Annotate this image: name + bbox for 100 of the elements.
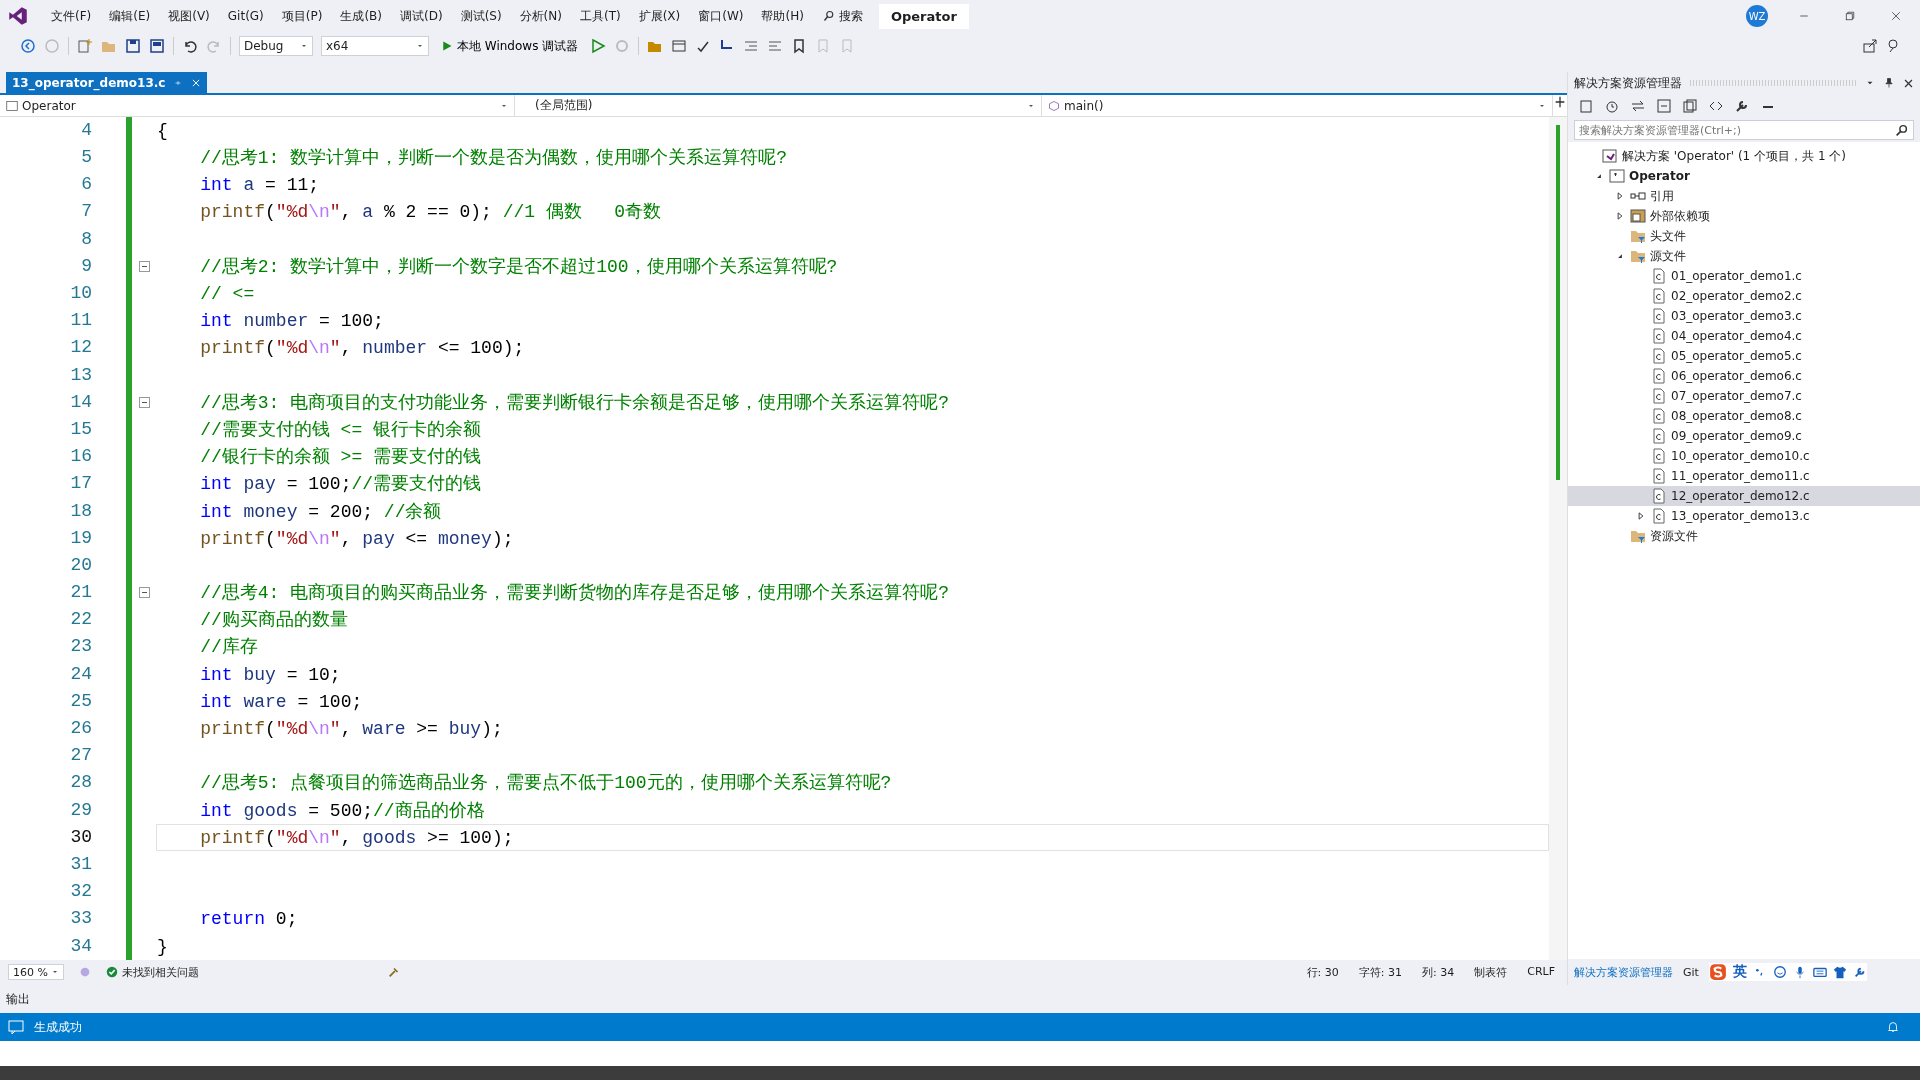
cleanup-brush-icon[interactable] bbox=[387, 965, 401, 980]
tree-item[interactable]: 05_operator_demo5.c bbox=[1568, 346, 1920, 366]
keyboard-icon[interactable] bbox=[1812, 965, 1827, 979]
code-line: return 0; bbox=[199, 909, 298, 930]
issues-status[interactable]: 未找到相关问题 bbox=[106, 964, 199, 980]
close-icon[interactable] bbox=[1890, 10, 1902, 22]
menu-item[interactable]: 分析(N) bbox=[510, 7, 571, 25]
close-icon[interactable] bbox=[191, 77, 202, 88]
tree-item[interactable]: 06_operator_demo6.c bbox=[1568, 366, 1920, 386]
panel-tab[interactable]: Git bbox=[1683, 965, 1699, 979]
collapse-icon[interactable] bbox=[138, 396, 150, 408]
panel-tab[interactable]: 解决方案资源管理器 bbox=[1574, 964, 1673, 980]
line-indicator[interactable]: 行: 30 bbox=[1306, 964, 1339, 980]
line-number: 11 bbox=[69, 309, 93, 333]
line-number: 24 bbox=[69, 662, 93, 686]
menu-item[interactable]: 文件(F) bbox=[42, 7, 101, 25]
tree-item[interactable]: 12_operator_demo12.c bbox=[1568, 486, 1920, 506]
status-message: 生成成功 bbox=[34, 1018, 82, 1036]
notification-bell-icon[interactable] bbox=[1886, 1020, 1900, 1034]
tree-item[interactable]: 10_operator_demo10.c bbox=[1568, 446, 1920, 466]
emoji-icon[interactable] bbox=[1772, 965, 1787, 979]
menu-item[interactable]: Git(G) bbox=[218, 9, 273, 23]
run-debugger-button[interactable]: 本地 Windows 调试器 bbox=[437, 37, 583, 55]
wrench-icon[interactable] bbox=[1852, 965, 1867, 979]
save-icon[interactable] bbox=[125, 38, 141, 54]
play-outline-icon[interactable] bbox=[590, 38, 607, 54]
collapsed-arrow-icon[interactable] bbox=[1615, 191, 1625, 201]
tree-item[interactable]: 09_operator_demo9.c bbox=[1568, 426, 1920, 446]
project-dropdown[interactable]: Operator bbox=[0, 95, 515, 116]
configuration-dropdown[interactable]: Debug bbox=[239, 36, 313, 56]
tree-item[interactable]: 03_operator_demo3.c bbox=[1568, 306, 1920, 326]
menu-item[interactable]: 生成(B) bbox=[331, 7, 391, 25]
menu-item[interactable]: 调试(D) bbox=[391, 7, 452, 25]
ime-logo-icon[interactable] bbox=[1708, 963, 1727, 981]
wrench-icon[interactable] bbox=[1734, 98, 1750, 114]
menu-item[interactable]: 视图(V) bbox=[159, 7, 219, 25]
line-number: 4 bbox=[80, 118, 93, 142]
tree-item[interactable]: 02_operator_demo2.c bbox=[1568, 286, 1920, 306]
code-line: int ware = 100; bbox=[199, 691, 363, 712]
menu-item[interactable]: 窗口(W) bbox=[689, 7, 753, 25]
undo-icon[interactable] bbox=[182, 38, 198, 54]
menu-item[interactable]: 扩展(X) bbox=[629, 7, 690, 25]
tree-item[interactable]: 11_operator_demo11.c bbox=[1568, 466, 1920, 486]
menu-item[interactable]: 测试(S) bbox=[451, 7, 511, 25]
save-all-icon[interactable] bbox=[149, 38, 165, 54]
zoom-dropdown[interactable]: 160 % bbox=[8, 964, 64, 981]
code-line: // <= bbox=[199, 284, 255, 304]
menu-item[interactable]: 项目(P) bbox=[272, 7, 332, 25]
tree-item[interactable]: 01_operator_demo1.c bbox=[1568, 266, 1920, 286]
shirt-icon[interactable] bbox=[1832, 965, 1847, 979]
collapsed-arrow-icon[interactable] bbox=[1636, 511, 1646, 521]
column-indicator[interactable]: 列: 34 bbox=[1422, 964, 1455, 980]
char-indicator[interactable]: 字符: 31 bbox=[1358, 964, 1402, 980]
tree-item[interactable]: 引用 bbox=[1568, 186, 1920, 206]
tree-item[interactable]: Operator bbox=[1568, 166, 1920, 186]
code-line: int number = 100; bbox=[199, 311, 384, 332]
line-ending-indicator[interactable]: CRLF bbox=[1527, 964, 1555, 980]
close-icon[interactable] bbox=[1903, 77, 1914, 89]
tree-item[interactable]: 源文件 bbox=[1568, 246, 1920, 266]
scope-dropdown[interactable]: (全局范围) bbox=[515, 95, 1042, 116]
tree-item[interactable]: 资源文件 bbox=[1568, 526, 1920, 546]
tree-item[interactable]: 解决方案 'Operator' (1 个项目，共 1 个) bbox=[1568, 146, 1920, 166]
sync-icon[interactable] bbox=[1630, 98, 1646, 114]
platform-dropdown[interactable]: x64 bbox=[321, 36, 429, 56]
collapse-icon[interactable] bbox=[138, 587, 150, 599]
ime-language-toggle[interactable]: 英 bbox=[1732, 963, 1747, 981]
menu-item[interactable]: 工具(T) bbox=[570, 7, 630, 25]
copy-icon[interactable] bbox=[1682, 98, 1698, 114]
restore-icon[interactable] bbox=[1844, 10, 1856, 22]
line-number: 15 bbox=[69, 417, 93, 441]
tree-item[interactable]: 07_operator_demo7.c bbox=[1568, 386, 1920, 406]
search-field[interactable]: 搜索解决方案资源管理器(Ctrl+;) bbox=[1574, 120, 1914, 140]
share-icon[interactable] bbox=[1862, 38, 1878, 54]
split-icon[interactable] bbox=[1553, 95, 1567, 110]
collapse-all-icon[interactable] bbox=[1656, 98, 1672, 114]
search-button[interactable]: 搜索 bbox=[812, 7, 873, 25]
home-icon[interactable] bbox=[1578, 98, 1594, 114]
tree-item[interactable]: 04_operator_demo4.c bbox=[1568, 326, 1920, 346]
code-line: //思考1: 数学计算中，判断一个数是否为偶数，使用哪个关系运算符呢? bbox=[199, 148, 788, 169]
collapsed-arrow-icon[interactable] bbox=[1615, 211, 1625, 221]
member-dropdown[interactable]: main() bbox=[1042, 95, 1553, 116]
tree-item[interactable]: 08_operator_demo8.c bbox=[1568, 406, 1920, 426]
tree-item[interactable]: 头文件 bbox=[1568, 226, 1920, 246]
scrollbar[interactable] bbox=[1549, 116, 1567, 960]
back-icon[interactable] bbox=[20, 38, 36, 54]
indent-indicator[interactable]: 制表符 bbox=[1474, 964, 1508, 980]
menu-item[interactable]: 编辑(E) bbox=[100, 7, 160, 25]
tree-item[interactable]: 13_operator_demo13.c bbox=[1568, 506, 1920, 526]
history-icon[interactable] bbox=[1604, 98, 1620, 114]
account-avatar[interactable]: WZ bbox=[1746, 5, 1768, 27]
document-tab[interactable]: 13_operator_demo13.c bbox=[6, 72, 208, 94]
new-item-icon[interactable] bbox=[77, 38, 93, 54]
line-number: 9 bbox=[80, 254, 93, 278]
message-icon[interactable] bbox=[8, 1019, 24, 1035]
tree-item[interactable]: 外部依赖项 bbox=[1568, 206, 1920, 226]
menu-item[interactable]: 帮助(H) bbox=[752, 7, 813, 25]
window-icon[interactable] bbox=[671, 38, 688, 54]
collapse-icon[interactable] bbox=[138, 260, 150, 272]
code-line: //需要支付的钱 <= 银行卡的余额 bbox=[199, 419, 482, 440]
output-pane-label[interactable]: 输出 bbox=[6, 990, 30, 1008]
